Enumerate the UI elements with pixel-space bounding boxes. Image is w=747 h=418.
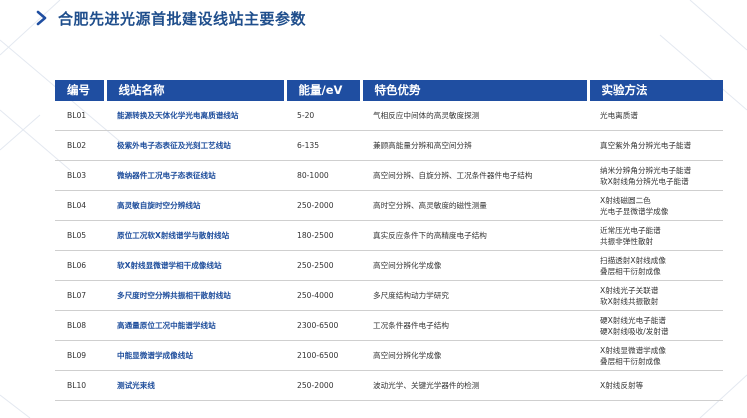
cell-method: X射线显微谱学成像 叠层相干衍射成像	[588, 340, 723, 371]
cell-method: 纳米分辨角分辨光电子能谱 软X射线角分辨光电子能谱	[588, 160, 723, 191]
cell-feature: 高空间分辨化学成像	[361, 340, 588, 371]
table-row: BL03 微纳器件工况电子态表征线站 80-1000 高空间分辨、自旋分辨、工况…	[55, 160, 723, 191]
cell-feature: 高空间分辨、自旋分辨、工况条件器件电子结构	[361, 160, 588, 191]
cell-id: BL09	[55, 340, 105, 371]
method-line: 硬X射线吸收/发射谱	[600, 326, 669, 336]
method-line: 软X射线共振散射	[600, 296, 659, 306]
method-line: 扫描透射X射线成像	[600, 255, 666, 265]
method-line: 光电子显微谱学成像	[600, 206, 669, 216]
cell-method: 近常压光电子能谱 共振非弹性散射	[588, 220, 723, 251]
cell-id: BL04	[55, 190, 105, 221]
table-row: BL06 软X射线显微谱学相干成像线站 250-2500 高空间分辨化学成像 扫…	[55, 250, 723, 281]
cell-name: 原位工况软X射线谱学与散射线站	[105, 220, 285, 251]
cell-feature: 兼顾高能量分辨和高空间分辨	[361, 130, 588, 161]
cell-energy: 80-1000	[285, 160, 361, 191]
cell-id: BL03	[55, 160, 105, 191]
method-line: 光电离质谱	[600, 111, 638, 120]
cell-energy: 250-2000	[285, 370, 361, 401]
cell-energy: 2300-6500	[285, 310, 361, 341]
cell-name: 中能显微谱学成像线站	[105, 340, 285, 371]
cell-id: BL01	[55, 101, 105, 131]
table-row: BL02 极紫外电子态表征及光刻工艺线站 6-135 兼顾高能量分辨和高空间分辨…	[55, 130, 723, 161]
table-header-row: 编号 线站名称 能量/eV 特色优势 实验方法	[55, 80, 723, 101]
cell-id: BL06	[55, 250, 105, 281]
cell-name: 多尺度时空分辨共振相干散射线站	[105, 280, 285, 311]
parameters-table: 编号 线站名称 能量/eV 特色优势 实验方法 BL01 能源转换及天体化学光电…	[55, 80, 723, 401]
method-line: 叠层相干衍射成像	[600, 266, 661, 276]
method-line: X射线反射等	[600, 381, 644, 390]
cell-feature: 真实反应条件下的高精度电子结构	[361, 220, 588, 251]
cell-id: BL10	[55, 370, 105, 401]
cell-energy: 6-135	[285, 130, 361, 161]
table-row: BL09 中能显微谱学成像线站 2100-6500 高空间分辨化学成像 X射线显…	[55, 340, 723, 371]
column-header-method: 实验方法	[586, 80, 723, 101]
cell-name: 高灵敏自旋时空分辨线站	[105, 190, 285, 221]
cell-method: X射线磁圆二色 光电子显微谱学成像	[588, 190, 723, 221]
table-row: BL10 测试光束线 250-2000 波动光学、关键光学器件的检测 X射线反射…	[55, 370, 723, 401]
column-header-name: 线站名称	[103, 80, 285, 101]
cell-method: X射线光子关联谱 软X射线共振散射	[588, 280, 723, 311]
cell-energy: 180-2500	[285, 220, 361, 251]
title-row: 合肥先进光源首批建设线站主要参数	[36, 7, 306, 29]
method-line: X射线显微谱学成像	[600, 345, 666, 355]
method-line: 叠层相干衍射成像	[600, 356, 661, 366]
method-line: 近常压光电子能谱	[600, 225, 661, 235]
table-row: BL08 高通量原位工况中能谱学线站 2300-6500 工况条件器件电子结构 …	[55, 310, 723, 341]
cell-feature: 气相反应中间体的高灵敏度探测	[361, 101, 588, 131]
cell-name: 能源转换及天体化学光电离质谱线站	[105, 101, 285, 131]
cell-energy: 2100-6500	[285, 340, 361, 371]
cell-feature: 工况条件器件电子结构	[361, 310, 588, 341]
cell-name: 微纳器件工况电子态表征线站	[105, 160, 285, 191]
cell-feature: 高时空分辨、高灵敏度的磁性测量	[361, 190, 588, 221]
method-line: X射线光子关联谱	[600, 285, 659, 295]
method-line: 软X射线角分辨光电子能谱	[600, 176, 689, 186]
cell-method: 硬X射线光电子能谱 硬X射线吸收/发射谱	[588, 310, 723, 341]
cell-id: BL07	[55, 280, 105, 311]
table-row: BL07 多尺度时空分辨共振相干散射线站 250-4000 多尺度结构动力学研究…	[55, 280, 723, 311]
cell-method: 光电离质谱	[588, 101, 723, 131]
cell-id: BL05	[55, 220, 105, 251]
cell-energy: 250-2000	[285, 190, 361, 221]
cell-feature: 高空间分辨化学成像	[361, 250, 588, 281]
method-line: 共振非弹性散射	[600, 236, 654, 246]
method-line: 真空紫外角分辨光电子能谱	[600, 141, 692, 150]
method-line: X射线磁圆二色	[600, 195, 651, 205]
cell-method: X射线反射等	[588, 370, 723, 401]
method-line: 纳米分辨角分辨光电子能谱	[600, 165, 692, 175]
cell-id: BL08	[55, 310, 105, 341]
cell-energy: 250-4000	[285, 280, 361, 311]
table-row: BL05 原位工况软X射线谱学与散射线站 180-2500 真实反应条件下的高精…	[55, 220, 723, 251]
column-header-id: 编号	[55, 80, 105, 101]
column-header-energy: 能量/eV	[283, 80, 361, 101]
cell-id: BL02	[55, 130, 105, 161]
chevron-right-icon	[36, 10, 47, 26]
page-title: 合肥先进光源首批建设线站主要参数	[58, 9, 307, 28]
table-row: BL01 能源转换及天体化学光电离质谱线站 5-20 气相反应中间体的高灵敏度探…	[55, 101, 723, 131]
cell-feature: 波动光学、关键光学器件的检测	[361, 370, 588, 401]
cell-name: 测试光束线	[105, 370, 285, 401]
cell-feature: 多尺度结构动力学研究	[361, 280, 588, 311]
cell-name: 极紫外电子态表征及光刻工艺线站	[105, 130, 285, 161]
cell-method: 真空紫外角分辨光电子能谱	[588, 130, 723, 161]
cell-name: 高通量原位工况中能谱学线站	[105, 310, 285, 341]
cell-energy: 250-2500	[285, 250, 361, 281]
method-line: 硬X射线光电子能谱	[600, 315, 666, 325]
table-row: BL04 高灵敏自旋时空分辨线站 250-2000 高时空分辨、高灵敏度的磁性测…	[55, 190, 723, 221]
column-header-feature: 特色优势	[359, 80, 588, 101]
cell-energy: 5-20	[285, 101, 361, 131]
cell-name: 软X射线显微谱学相干成像线站	[105, 250, 285, 281]
cell-method: 扫描透射X射线成像 叠层相干衍射成像	[588, 250, 723, 281]
